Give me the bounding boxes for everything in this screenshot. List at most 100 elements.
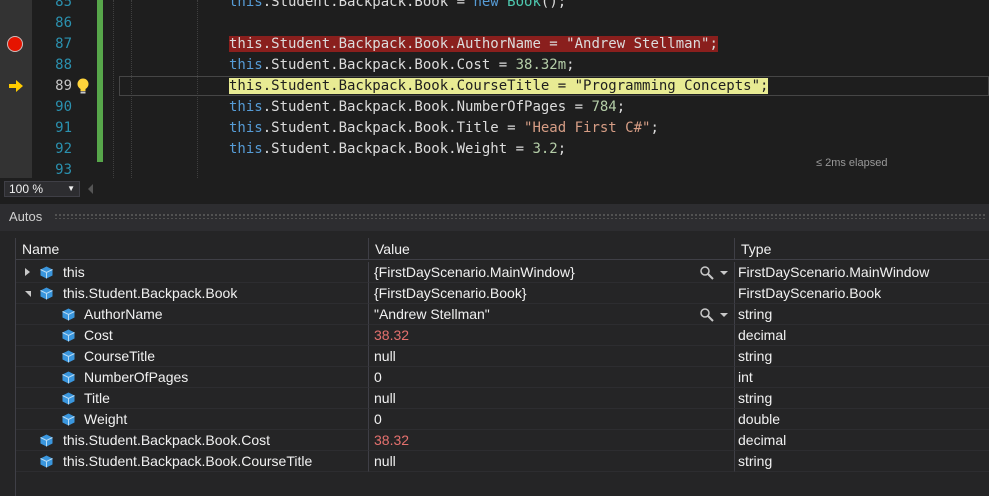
code-text[interactable]: this.Student.Backpack.Book.NumberOfPages…: [229, 97, 625, 118]
expand-icon[interactable]: [25, 268, 30, 276]
current-statement-highlight: this.Student.Backpack.Book.CourseTitle =…: [229, 78, 769, 94]
code-line-88[interactable]: 88 this.Student.Backpack.Book.Cost = 38.…: [0, 55, 989, 76]
variable-name: Title: [84, 390, 110, 406]
drag-grip[interactable]: [54, 213, 985, 219]
code-line-91[interactable]: 91 this.Student.Backpack.Book.Title = "H…: [0, 118, 989, 139]
property-icon: [62, 392, 75, 405]
table-row[interactable]: Weight 0 double: [16, 409, 989, 430]
table-row[interactable]: Title null string: [16, 388, 989, 409]
line-number: 87: [55, 36, 72, 52]
magnifier-icon[interactable]: [699, 265, 715, 281]
object-icon: [40, 287, 53, 300]
code-line-93[interactable]: 93: [0, 160, 989, 178]
code-line-92[interactable]: 92 this.Student.Backpack.Book.Weight = 3…: [0, 139, 989, 160]
chevron-down-icon: ▼: [67, 184, 75, 193]
line-number: 92: [55, 141, 72, 157]
autos-title-bar[interactable]: Autos: [0, 204, 989, 231]
variable-name: Cost: [84, 327, 113, 343]
column-header-type[interactable]: Type: [735, 238, 989, 260]
variable-type: FirstDayScenario.Book: [735, 283, 989, 304]
property-icon: [40, 434, 53, 447]
lightbulb-icon[interactable]: [76, 78, 90, 95]
table-row[interactable]: Cost 38.32 decimal: [16, 325, 989, 346]
breakpoint-icon[interactable]: [7, 36, 23, 52]
variable-value[interactable]: null: [374, 348, 396, 364]
code-text[interactable]: this.Student.Backpack.Book.CourseTitle =…: [229, 76, 769, 97]
table-row[interactable]: AuthorName "Andrew Stellman" string: [16, 304, 989, 325]
variable-name: this: [63, 264, 85, 280]
column-header-value[interactable]: Value: [369, 238, 735, 260]
variable-value[interactable]: {FirstDayScenario.Book}: [374, 285, 527, 301]
breakpoint-highlight: this.Student.Backpack.Book.AuthorName = …: [229, 36, 718, 52]
line-number: 91: [55, 120, 72, 136]
variable-name: Weight: [84, 411, 128, 427]
variable-value[interactable]: 0: [374, 411, 382, 427]
variable-name: CourseTitle: [84, 348, 156, 364]
code-line-89[interactable]: 89 this.Student.Backpack.Book.CourseTitl…: [0, 76, 989, 169]
table-row[interactable]: NumberOfPages 0 int: [16, 367, 989, 388]
variable-type: string: [735, 388, 989, 409]
variable-type: double: [735, 409, 989, 430]
variable-type: int: [735, 367, 989, 388]
code-line-85[interactable]: 85 this.Student.Backpack.Book = new Book…: [0, 0, 989, 13]
variable-type: string: [735, 346, 989, 367]
variable-value-changed[interactable]: 38.32: [374, 327, 409, 343]
variable-type: FirstDayScenario.MainWindow: [735, 262, 989, 283]
execution-arrow-icon[interactable]: [9, 80, 23, 92]
table-row[interactable]: this.Student.Backpack.Book {FirstDayScen…: [16, 283, 989, 304]
variable-type: decimal: [735, 325, 989, 346]
variable-type: decimal: [735, 430, 989, 451]
line-number: 90: [55, 99, 72, 115]
variable-value[interactable]: null: [374, 390, 396, 406]
property-icon: [62, 308, 75, 321]
code-text[interactable]: this.Student.Backpack.Book = new Book();: [229, 0, 566, 13]
variable-type: string: [735, 304, 989, 325]
property-icon: [62, 329, 75, 342]
variable-value[interactable]: null: [374, 453, 396, 469]
property-icon: [62, 413, 75, 426]
autos-title: Autos: [9, 209, 43, 224]
variable-value[interactable]: "Andrew Stellman": [374, 306, 490, 322]
line-number: 89: [55, 78, 72, 94]
property-icon: [62, 371, 75, 384]
code-editor[interactable]: 85 this.Student.Backpack.Book = new Book…: [0, 0, 989, 178]
zoom-dropdown[interactable]: 100 % ▼: [4, 181, 80, 197]
table-row[interactable]: this {FirstDayScenario.MainWindow} First…: [16, 262, 989, 283]
code-line-90[interactable]: 90 this.Student.Backpack.Book.NumberOfPa…: [0, 97, 989, 118]
variable-type: string: [735, 451, 989, 472]
variable-value[interactable]: {FirstDayScenario.MainWindow}: [374, 264, 575, 280]
code-line-87[interactable]: 87 this.Student.Backpack.Book.AuthorName…: [0, 34, 989, 55]
table-row[interactable]: this.Student.Backpack.Book.Cost 38.32 de…: [16, 430, 989, 451]
table-row[interactable]: this.Student.Backpack.Book.CourseTitle n…: [16, 451, 989, 472]
code-text[interactable]: this.Student.Backpack.Book.Weight = 3.2;: [229, 139, 566, 160]
chevron-down-icon[interactable]: [720, 271, 728, 275]
variable-name: this.Student.Backpack.Book: [63, 285, 238, 301]
editor-zoom-bar: 100 % ▼: [0, 178, 989, 200]
variable-value[interactable]: 0: [374, 369, 382, 385]
code-text[interactable]: this.Student.Backpack.Book.Cost = 38.32m…: [229, 55, 575, 76]
scroll-left-icon[interactable]: [88, 184, 93, 194]
collapse-icon[interactable]: [25, 291, 31, 297]
code-line-86[interactable]: 86: [0, 13, 989, 34]
chevron-down-icon[interactable]: [720, 313, 728, 317]
object-icon: [40, 266, 53, 279]
line-number: 86: [55, 15, 72, 31]
magnifier-icon[interactable]: [699, 307, 715, 323]
code-text[interactable]: this.Student.Backpack.Book.AuthorName = …: [229, 34, 718, 55]
table-row[interactable]: CourseTitle null string: [16, 346, 989, 367]
autos-window: Autos Name Value Type this {FirstDayScen…: [0, 204, 989, 496]
line-number: 88: [55, 57, 72, 73]
line-number: 85: [55, 0, 72, 10]
line-number: 93: [55, 162, 72, 178]
autos-grid: Name Value Type this {FirstDayScenario.M…: [15, 238, 989, 496]
variable-name: NumberOfPages: [84, 369, 189, 385]
property-icon: [62, 350, 75, 363]
code-text[interactable]: this.Student.Backpack.Book.Title = "Head…: [229, 118, 659, 139]
variable-value-changed[interactable]: 38.32: [374, 432, 409, 448]
variable-name: this.Student.Backpack.Book.CourseTitle: [63, 453, 313, 469]
property-icon: [40, 455, 53, 468]
variable-name: this.Student.Backpack.Book.Cost: [63, 432, 270, 448]
column-header-name[interactable]: Name: [16, 238, 369, 260]
variable-name: AuthorName: [84, 306, 163, 322]
zoom-level: 100 %: [9, 182, 44, 196]
